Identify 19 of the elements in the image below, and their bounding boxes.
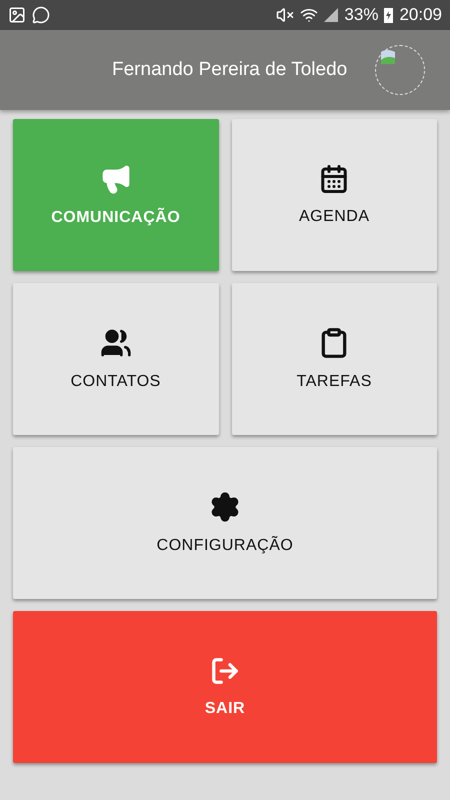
menu-tile[interactable]: CONTATOS [13, 283, 218, 435]
battery-icon [384, 7, 394, 23]
user-name: Fernando Pereira de Toledo [112, 59, 348, 81]
menu-tile[interactable]: SAIR [13, 611, 437, 763]
battery-percentage: 33% [344, 5, 378, 25]
avatar[interactable] [375, 45, 425, 95]
chat-icon [32, 6, 50, 24]
people-icon [100, 327, 132, 359]
gallery-icon [8, 6, 26, 24]
signal-icon [324, 8, 338, 22]
logout-icon [210, 656, 240, 686]
menu-tile[interactable]: AGENDA [232, 119, 437, 271]
wifi-icon [300, 6, 318, 24]
megaphone-icon [100, 163, 132, 195]
menu-tile[interactable]: CONFIGURAÇÃO [13, 447, 437, 599]
clock: 20:09 [399, 5, 442, 25]
menu-tile[interactable]: TAREFAS [232, 283, 437, 435]
mute-icon [276, 6, 294, 24]
calendar-icon [319, 164, 350, 194]
